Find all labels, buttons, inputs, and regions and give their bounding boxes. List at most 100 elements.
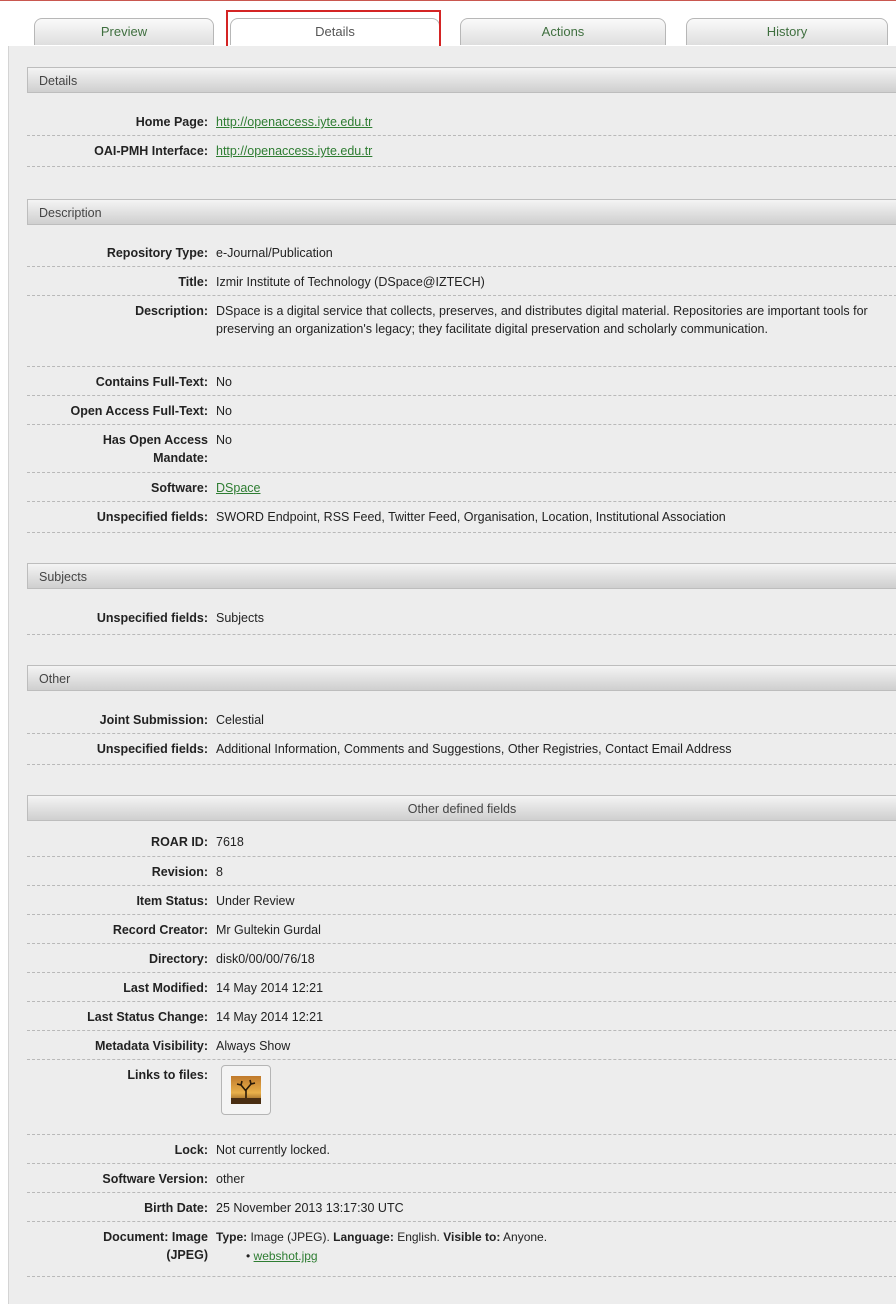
field-label: Unspecified fields: [96, 611, 208, 625]
field-label: Links to files: [127, 1068, 208, 1082]
doc-type-label: Type: [216, 1230, 248, 1244]
section-header-subjects: Subjects [27, 563, 896, 589]
field-value: No [216, 404, 232, 418]
field-row-contains-full-text: Contains Full-Text: No [27, 367, 896, 396]
field-label: Last Status Change: [87, 1010, 208, 1024]
field-label: Lock: [174, 1143, 208, 1157]
doc-visible-label: Visible to: [443, 1230, 501, 1244]
tab-bar: Preview Details Actions History [0, 14, 896, 46]
details-panel: Details Home Page: http://openaccess.iyt… [8, 46, 896, 1304]
tree-landscape-icon [231, 1076, 261, 1104]
field-value: 14 May 2014 12:21 [216, 981, 324, 995]
field-value: SWORD Endpoint, RSS Feed, Twitter Feed, … [216, 510, 726, 524]
field-value: No [216, 375, 232, 389]
section-header-details: Details [27, 67, 896, 93]
software-link[interactable]: DSpace [216, 481, 260, 495]
field-value: Subjects [216, 611, 264, 625]
tab-preview[interactable]: Preview [34, 18, 214, 45]
file-list-item: • webshot.jpg [216, 1247, 896, 1265]
field-label: Document: Image (JPEG) [103, 1230, 208, 1262]
field-row-open-access-full-text: Open Access Full-Text: No [27, 396, 896, 425]
top-border [0, 0, 896, 1]
tab-actions[interactable]: Actions [460, 18, 666, 45]
field-label: Revision: [151, 865, 208, 879]
doc-type-value: Image (JPEG). [250, 1230, 330, 1244]
field-row-item-status: Item Status: Under Review [27, 886, 896, 915]
field-row-birth-date: Birth Date: 25 November 2013 13:17:30 UT… [27, 1193, 896, 1222]
field-label: OAI-PMH Interface: [94, 144, 208, 158]
section-header-other: Other [27, 665, 896, 691]
field-label: Unspecified fields: [96, 510, 208, 524]
field-value: 7618 [216, 835, 244, 849]
field-label: Description: [135, 304, 208, 318]
field-label: Open Access Full-Text: [70, 404, 208, 418]
doc-language-value: English. [397, 1230, 440, 1244]
field-row-software: Software: DSpace [27, 473, 896, 502]
field-row-oai-interface: OAI-PMH Interface: http://openaccess.iyt… [27, 136, 896, 167]
field-row-repository-type: Repository Type: e-Journal/Publication [27, 238, 896, 267]
field-value: Mr Gultekin Gurdal [216, 923, 321, 937]
field-label: Joint Submission: [99, 713, 208, 727]
field-label: Metadata Visibility: [95, 1039, 208, 1053]
field-value: No [216, 433, 232, 447]
section-header-description: Description [27, 199, 896, 225]
tab-history[interactable]: History [686, 18, 888, 45]
field-label: Contains Full-Text: [95, 375, 208, 389]
field-value: other [216, 1172, 245, 1186]
field-row-document: Document: Image (JPEG) Type: Image (JPEG… [27, 1222, 896, 1277]
field-row-revision: Revision: 8 [27, 857, 896, 886]
field-row-open-access-mandate: Has Open Access Mandate: No [27, 425, 896, 473]
home-page-link[interactable]: http://openaccess.iyte.edu.tr [216, 115, 372, 129]
field-label: Item Status: [136, 894, 208, 908]
field-value: Always Show [216, 1039, 291, 1053]
field-row-last-status-change: Last Status Change: 14 May 2014 12:21 [27, 1002, 896, 1031]
field-row-software-version: Software Version: other [27, 1164, 896, 1193]
tab-details[interactable]: Details [230, 18, 440, 45]
field-row-directory: Directory: disk0/00/00/76/18 [27, 944, 896, 973]
doc-visible-value: Anyone. [503, 1230, 548, 1244]
document-details: Type: Image (JPEG). Language: English. V… [216, 1228, 896, 1265]
field-row-unspecified-other: Unspecified fields: Additional Informati… [27, 734, 896, 765]
field-label: Home Page: [135, 115, 208, 129]
field-value: 25 November 2013 13:17:30 UTC [216, 1201, 404, 1215]
field-label: Last Modified: [123, 981, 208, 995]
field-row-lock: Lock: Not currently locked. [27, 1135, 896, 1164]
field-row-roar-id: ROAR ID: 7618 [27, 827, 896, 857]
field-label: Title: [178, 275, 208, 289]
field-value: disk0/00/00/76/18 [216, 952, 315, 966]
field-row-links-to-files: Links to files: [27, 1060, 896, 1135]
field-label: Has Open Access Mandate: [102, 433, 208, 465]
doc-language-label: Language: [333, 1230, 394, 1244]
field-value: e-Journal/Publication [216, 246, 333, 260]
field-row-joint-submission: Joint Submission: Celestial [27, 705, 896, 734]
field-row-record-creator: Record Creator: Mr Gultekin Gurdal [27, 915, 896, 944]
field-value: Celestial [216, 713, 264, 727]
section-header-other-defined-fields: Other defined fields [27, 795, 896, 821]
field-row-home-page: Home Page: http://openaccess.iyte.edu.tr [27, 107, 896, 136]
field-label: Repository Type: [106, 246, 208, 260]
field-row-title: Title: Izmir Institute of Technology (DS… [27, 267, 896, 296]
field-value: Under Review [216, 894, 295, 908]
field-row-last-modified: Last Modified: 14 May 2014 12:21 [27, 973, 896, 1002]
oai-interface-link[interactable]: http://openaccess.iyte.edu.tr [216, 144, 372, 158]
field-value: 8 [216, 865, 223, 879]
field-label: Software Version: [102, 1172, 208, 1186]
field-label: Directory: [148, 952, 208, 966]
field-value: DSpace is a digital service that collect… [216, 304, 868, 336]
field-row-unspecified-description: Unspecified fields: SWORD Endpoint, RSS … [27, 502, 896, 533]
field-label: ROAR ID: [151, 835, 208, 849]
field-value: Additional Information, Comments and Sug… [216, 742, 732, 756]
field-label: Software: [151, 481, 208, 495]
field-label: Unspecified fields: [96, 742, 208, 756]
image-thumbnail-icon[interactable] [221, 1065, 271, 1115]
bullet-icon: • [246, 1249, 251, 1263]
field-value: 14 May 2014 12:21 [216, 1010, 324, 1024]
field-row-unspecified-subjects: Unspecified fields: Subjects [27, 603, 896, 635]
field-label: Birth Date: [144, 1201, 208, 1215]
field-value: Izmir Institute of Technology (DSpace@IZ… [216, 275, 485, 289]
field-value: Not currently locked. [216, 1143, 330, 1157]
file-link[interactable]: webshot.jpg [254, 1249, 318, 1263]
field-label: Record Creator: [112, 923, 208, 937]
field-row-description: Description: DSpace is a digital service… [27, 296, 896, 367]
field-row-metadata-visibility: Metadata Visibility: Always Show [27, 1031, 896, 1060]
